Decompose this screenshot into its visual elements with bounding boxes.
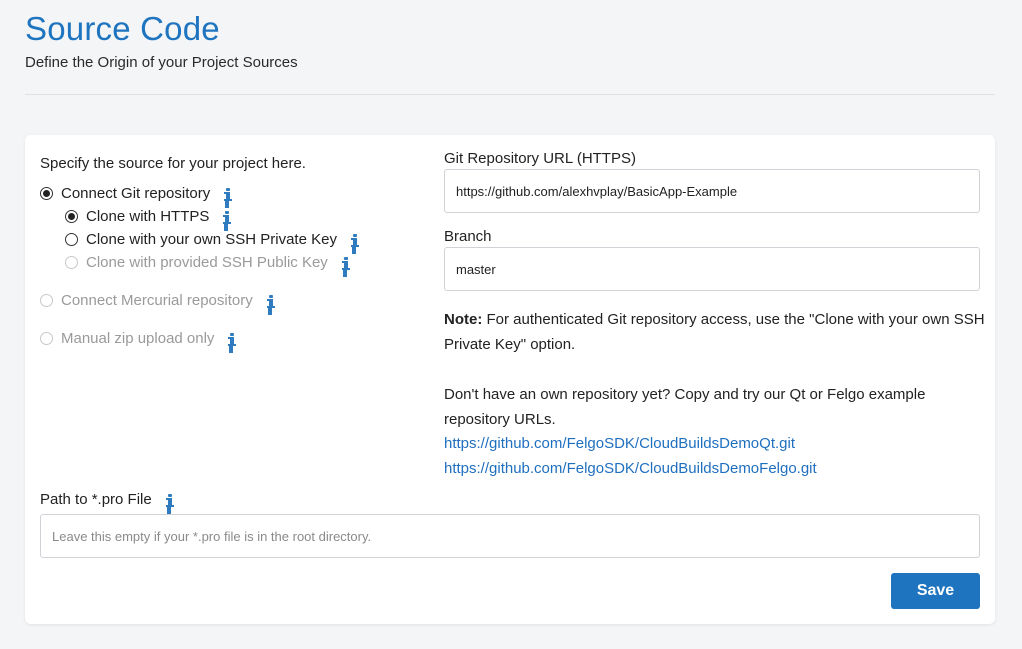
info-icon[interactable] (224, 187, 233, 201)
radio-manual-zip-upload: Manual zip upload only (40, 330, 237, 347)
radio-button[interactable] (65, 233, 78, 246)
example-link-felgo[interactable]: https://github.com/FelgoSDK/CloudBuildsD… (444, 460, 817, 477)
branch-label: Branch (444, 228, 492, 245)
note-prefix: Note: (444, 311, 483, 328)
radio-connect-git[interactable]: Connect Git repository (40, 185, 233, 202)
git-url-input[interactable] (444, 169, 980, 213)
radio-button (65, 256, 78, 269)
example-link-qt[interactable]: https://github.com/FelgoSDK/CloudBuildsD… (444, 435, 795, 452)
save-button[interactable]: Save (891, 573, 980, 609)
info-icon[interactable] (341, 256, 350, 270)
pro-file-input[interactable] (40, 514, 980, 558)
page-subtitle: Define the Origin of your Project Source… (25, 54, 298, 71)
radio-label: Clone with provided SSH Public Key (86, 254, 328, 271)
pro-file-label-row: Path to *.pro File (40, 491, 174, 508)
branch-input[interactable] (444, 247, 980, 291)
radio-label: Clone with HTTPS (86, 208, 210, 225)
page-title: Source Code (25, 10, 220, 47)
radio-label: Manual zip upload only (61, 330, 215, 347)
note-body: For authenticated Git repository access,… (444, 311, 985, 353)
info-icon[interactable] (228, 332, 237, 346)
info-icon[interactable] (266, 294, 275, 308)
radio-label: Clone with your own SSH Private Key (86, 231, 337, 248)
radio-clone-https[interactable]: Clone with HTTPS (65, 208, 232, 225)
radio-label: Connect Mercurial repository (61, 292, 253, 309)
info-icon[interactable] (165, 493, 174, 507)
help-text: Don't have an own repository yet? Copy a… (444, 386, 926, 428)
radio-button[interactable] (40, 187, 53, 200)
radio-button (40, 294, 53, 307)
git-url-label: Git Repository URL (HTTPS) (444, 150, 636, 167)
radio-connect-mercurial: Connect Mercurial repository (40, 292, 275, 309)
radio-button (40, 332, 53, 345)
header-divider (25, 94, 995, 95)
radio-button[interactable] (65, 210, 78, 223)
note-text: Note: For authenticated Git repository a… (444, 307, 989, 357)
info-icon[interactable] (223, 210, 232, 224)
pro-file-label: Path to *.pro File (40, 491, 152, 508)
source-settings-card: Specify the source for your project here… (25, 135, 995, 624)
radio-clone-ssh-public-key: Clone with provided SSH Public Key (65, 254, 350, 271)
source-intro: Specify the source for your project here… (40, 155, 306, 172)
info-icon[interactable] (350, 233, 359, 247)
radio-clone-ssh-private-key[interactable]: Clone with your own SSH Private Key (65, 231, 359, 248)
radio-label: Connect Git repository (61, 185, 211, 202)
